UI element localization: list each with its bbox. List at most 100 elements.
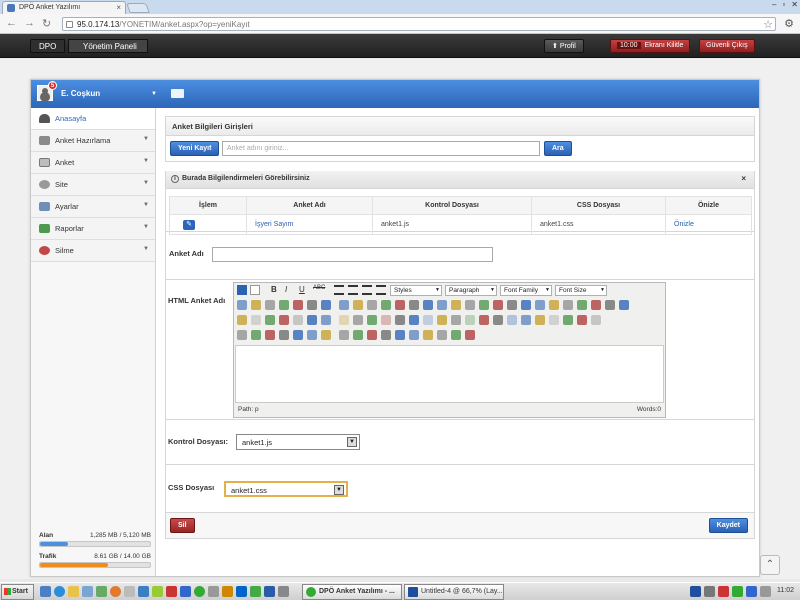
media-icon[interactable] — [96, 586, 107, 597]
editor-tool-icon[interactable] — [339, 315, 349, 325]
reload-icon[interactable]: ↻ — [42, 17, 51, 30]
font-family-select[interactable]: Font Family ▼ — [500, 285, 552, 296]
tray-icon[interactable] — [704, 586, 715, 597]
close-window-icon[interactable]: ✕ — [791, 0, 798, 9]
app-icon[interactable] — [208, 586, 219, 597]
editor-tool-icon[interactable] — [339, 330, 349, 340]
css-file-select[interactable]: anket1.css ▼ — [224, 481, 348, 497]
save-button[interactable]: Kaydet — [708, 518, 748, 533]
url-field[interactable]: 95.0.174.13/YONETIM/anket.aspx?op=yeniKa… — [62, 17, 776, 31]
editor-tool-icon[interactable] — [321, 330, 331, 340]
editor-tool-icon[interactable] — [395, 300, 405, 310]
editor-tool-icon[interactable] — [307, 315, 317, 325]
delete-button[interactable]: Sil — [170, 518, 195, 533]
editor-tool-icon[interactable] — [423, 300, 433, 310]
editor-tool-icon[interactable] — [619, 300, 629, 310]
app-icon[interactable] — [180, 586, 191, 597]
editor-tool-icon[interactable] — [251, 300, 261, 310]
editor-tool-icon[interactable] — [395, 315, 405, 325]
new-tab-button[interactable] — [126, 3, 150, 13]
minimize-icon[interactable]: – — [772, 0, 776, 9]
app-icon[interactable] — [166, 586, 177, 597]
editor-tool-icon[interactable] — [307, 330, 317, 340]
task-button-browser[interactable]: DPÖ Anket Yazılımı - ... — [302, 584, 402, 600]
styles-select[interactable]: Styles ▼ — [390, 285, 442, 296]
sidebar-item-anket-hazirlama[interactable]: Anket Hazırlama ▼ — [31, 130, 155, 152]
editor-content-area[interactable] — [235, 345, 664, 403]
editor-tool-icon[interactable] — [409, 300, 419, 310]
editor-tool-icon[interactable] — [293, 330, 303, 340]
font-size-select[interactable]: Font Size ▼ — [555, 285, 607, 296]
editor-tool-icon[interactable] — [265, 315, 275, 325]
editor-tool-icon[interactable] — [353, 330, 363, 340]
editor-tool-icon[interactable] — [465, 315, 475, 325]
italic-icon[interactable]: I — [285, 285, 295, 295]
breadcrumb[interactable]: Yönetim Paneli — [68, 39, 148, 53]
editor-tool-icon[interactable] — [367, 300, 377, 310]
new-record-button[interactable]: Yeni Kayıt — [170, 141, 220, 156]
editor-tool-icon[interactable] — [577, 315, 587, 325]
editor-tool-icon[interactable] — [293, 300, 303, 310]
justify-icon[interactable] — [376, 285, 386, 295]
editor-tool-icon[interactable] — [307, 300, 317, 310]
editor-tool-icon[interactable] — [577, 300, 587, 310]
close-tab-icon[interactable]: × — [116, 3, 121, 12]
lock-screen-button[interactable]: 10:00 Ekranı Kilitle — [610, 39, 691, 53]
editor-tool-icon[interactable] — [381, 315, 391, 325]
editor-tool-icon[interactable] — [493, 315, 503, 325]
editor-tool-icon[interactable] — [237, 315, 247, 325]
editor-tool-icon[interactable] — [437, 315, 447, 325]
editor-tool-icon[interactable] — [279, 315, 289, 325]
survey-name-link[interactable]: İşyeri Sayım — [255, 221, 294, 228]
editor-tool-icon[interactable] — [563, 300, 573, 310]
maximize-icon[interactable]: ▫ — [782, 0, 785, 9]
paragraph-select[interactable]: Paragraph ▼ — [445, 285, 497, 296]
editor-tool-icon[interactable] — [423, 315, 433, 325]
edit-icon[interactable]: ✎ — [183, 219, 195, 230]
firefox-icon[interactable] — [110, 586, 121, 597]
back-icon[interactable]: ← — [6, 17, 17, 29]
editor-tool-icon[interactable] — [279, 330, 289, 340]
folder-icon[interactable] — [171, 89, 184, 98]
editor-tool-icon[interactable] — [591, 315, 601, 325]
align-center-icon[interactable] — [348, 285, 358, 295]
wrench-icon[interactable]: ⚙ — [784, 17, 794, 30]
editor-tool-icon[interactable] — [437, 330, 447, 340]
folder-icon[interactable] — [68, 586, 79, 597]
editor-tool-icon[interactable] — [321, 300, 331, 310]
editor-tool-icon[interactable] — [353, 300, 363, 310]
editor-tool-icon[interactable] — [381, 300, 391, 310]
underline-icon[interactable]: U — [299, 285, 309, 295]
app-icon[interactable] — [250, 586, 261, 597]
editor-tool-icon[interactable] — [381, 330, 391, 340]
ie-icon[interactable] — [54, 586, 65, 597]
sidebar-item-raporlar[interactable]: Raporlar ▼ — [31, 218, 155, 240]
tray-icon[interactable] — [718, 586, 729, 597]
bold-icon[interactable]: B — [271, 285, 281, 295]
editor-tool-icon[interactable] — [279, 300, 289, 310]
preview-link[interactable]: Önizle — [674, 221, 694, 228]
app-icon[interactable] — [152, 586, 163, 597]
app-icon[interactable] — [222, 586, 233, 597]
editor-tool-icon[interactable] — [367, 330, 377, 340]
explorer-icon[interactable] — [82, 586, 93, 597]
bookmark-star-icon[interactable]: ☆ — [763, 18, 773, 31]
editor-tool-icon[interactable] — [237, 330, 247, 340]
editor-tool-icon[interactable] — [591, 300, 601, 310]
app-icon[interactable] — [138, 586, 149, 597]
editor-tool-icon[interactable] — [521, 315, 531, 325]
brand-link[interactable]: DPO — [30, 39, 66, 53]
editor-tool-icon[interactable] — [409, 330, 419, 340]
tray-icon[interactable] — [690, 586, 701, 597]
search-input[interactable]: Anket adını giriniz... — [222, 141, 540, 156]
task-button-photoshop[interactable]: Untitled-4 @ 66,7% (Lay... — [404, 584, 504, 600]
editor-tool-icon[interactable] — [353, 315, 363, 325]
volume-icon[interactable] — [760, 586, 771, 597]
align-right-icon[interactable] — [362, 285, 372, 295]
search-button[interactable]: Ara — [544, 141, 572, 156]
desktop-icon[interactable] — [40, 586, 51, 597]
editor-tool-icon[interactable] — [251, 330, 261, 340]
close-icon[interactable]: × — [741, 174, 746, 183]
editor-tool-icon[interactable] — [265, 330, 275, 340]
editor-tool-icon[interactable] — [437, 300, 447, 310]
